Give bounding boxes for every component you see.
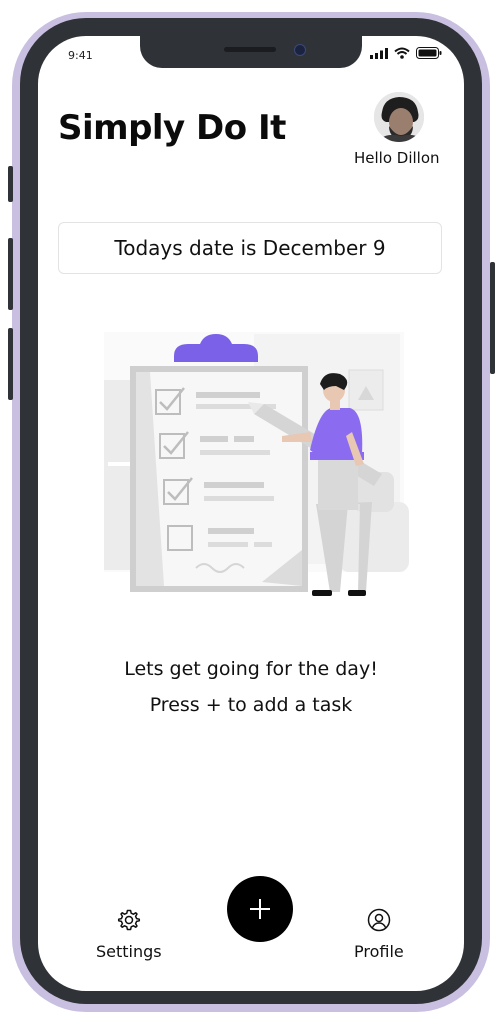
settings-nav-button[interactable]: Settings: [96, 908, 162, 961]
app-title: Simply Do It: [58, 108, 286, 148]
screen: 9:41 Simply Do It Hello Dillon Todays da…: [38, 36, 464, 991]
empty-state-line-1: Lets get going for the day!: [124, 658, 378, 680]
status-time: 9:41: [68, 49, 93, 62]
task-illustration: [104, 332, 409, 596]
avatar[interactable]: [374, 92, 424, 142]
date-card: Todays date is December 9: [58, 222, 442, 274]
wifi-icon: [394, 47, 410, 59]
settings-label: Settings: [96, 942, 162, 961]
date-text: Todays date is December 9: [114, 236, 386, 260]
front-camera: [294, 44, 306, 56]
user-circle-icon: [367, 908, 391, 932]
add-task-button[interactable]: [227, 876, 293, 942]
speaker: [224, 47, 276, 52]
plus-icon: [250, 899, 270, 919]
profile-label: Profile: [354, 942, 404, 961]
profile-nav-button[interactable]: Profile: [354, 908, 404, 961]
power-button: [490, 262, 495, 374]
battery-icon: [416, 47, 442, 59]
empty-state-line-2: Press + to add a task: [149, 694, 353, 716]
gear-icon: [117, 909, 140, 931]
signal-icon: [370, 47, 388, 59]
volume-up-button: [8, 238, 13, 310]
mute-switch: [8, 166, 13, 202]
notch: [140, 36, 362, 68]
greeting: Hello Dillon: [354, 149, 440, 167]
volume-down-button: [8, 328, 13, 400]
status-icons: [370, 47, 442, 59]
